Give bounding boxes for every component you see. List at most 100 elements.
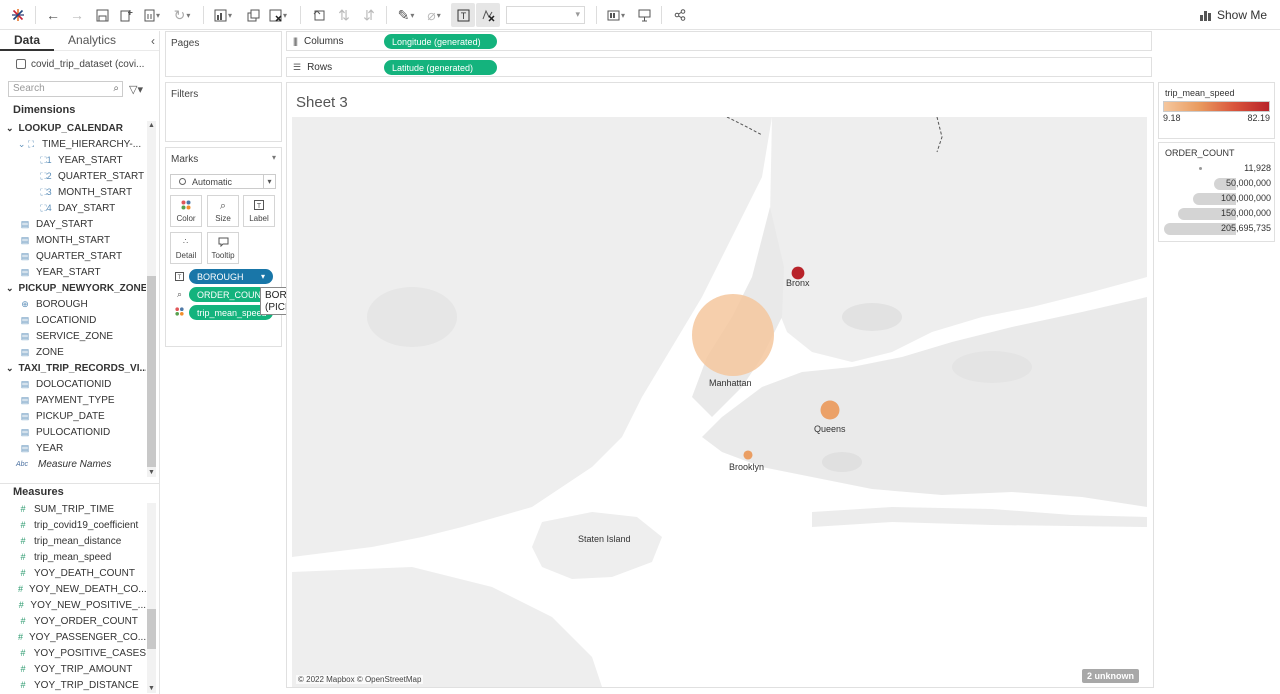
search-input[interactable]: Search ⌕ (8, 81, 123, 97)
borough-pill[interactable]: BOROUGH ▾ (189, 269, 273, 284)
sort-descending-icon[interactable]: ⇵ (357, 3, 381, 27)
color-legend[interactable]: trip_mean_speed 9.18 82.19 (1158, 82, 1275, 139)
dimension-field[interactable]: ▤ SERVICE_ZONE (0, 328, 146, 344)
map-canvas[interactable]: Bronx Manhattan Queens Brooklyn Staten I… (292, 117, 1147, 687)
scroll-up-icon[interactable]: ▲ (147, 121, 156, 130)
color-button[interactable]: Color (170, 195, 202, 227)
dimension-field[interactable]: ▤ ZONE (0, 344, 146, 360)
size-legend-item[interactable]: 205,695,735 (1159, 221, 1274, 236)
show-cards-icon[interactable] (604, 3, 628, 27)
dimension-field[interactable]: ⌄ ⛶ TIME_HIERARCHY-... (0, 136, 146, 152)
measure-field[interactable]: # trip_mean_distance (0, 533, 146, 549)
map-mark-manhattan[interactable] (692, 294, 774, 376)
pages-card[interactable]: Pages (165, 31, 282, 77)
duplicate-icon[interactable] (241, 3, 265, 27)
measure-field[interactable]: # YOY_NEW_DEATH_CO... (0, 581, 146, 597)
dimension-field[interactable]: ▤ LOCATIONID (0, 312, 146, 328)
calendar-icon: ▤ (20, 410, 30, 421)
presentation-icon[interactable] (632, 3, 656, 27)
measure-field[interactable]: # trip_covid19_coefficient (0, 517, 146, 533)
field-label: YOY_PASSENGER_CO... (29, 631, 146, 643)
measure-field[interactable]: # YOY_DEATH_COUNT (0, 565, 146, 581)
filter-fields-icon[interactable]: ▽▾ (129, 83, 143, 96)
dimension-field[interactable]: ⛶2 QUARTER_START (0, 168, 146, 184)
measure-field[interactable]: # YOY_NEW_POSITIVE_... (0, 597, 146, 613)
dimension-field[interactable]: ▤ PAYMENT_TYPE (0, 392, 146, 408)
show-labels-icon[interactable]: T (451, 3, 475, 27)
map-attribution[interactable]: © 2022 Mapbox © OpenStreetMap (296, 675, 424, 684)
dimension-field[interactable]: ⛶1 YEAR_START (0, 152, 146, 168)
scroll-down-icon[interactable]: ▼ (147, 468, 156, 477)
dimension-field[interactable]: ▤ PICKUP_DATE (0, 408, 146, 424)
label-button[interactable]: T Label (243, 195, 275, 227)
collapse-pane-icon[interactable]: ‹ (151, 34, 155, 48)
dimension-field[interactable]: ▤ MONTH_START (0, 232, 146, 248)
tab-analytics[interactable]: Analytics (54, 31, 130, 51)
highlight-icon[interactable]: ✎ (394, 3, 418, 27)
measure-field[interactable]: # YOY_TRIP_DISTANCE (0, 677, 146, 693)
dimension-field[interactable]: ▤ YEAR (0, 440, 146, 456)
dimension-field[interactable]: ⛶4 DAY_START (0, 200, 146, 216)
dimension-field[interactable]: ⛶3 MONTH_START (0, 184, 146, 200)
columns-shelf[interactable]: ||| Columns Longitude (generated) (286, 31, 1152, 51)
scroll-down-icon[interactable]: ▼ (147, 684, 156, 693)
size-legend-item[interactable]: 150,000,000 (1159, 206, 1274, 221)
clear-sheet-icon[interactable] (266, 3, 290, 27)
size-legend-item[interactable]: 11,928 (1159, 161, 1274, 176)
sheet-title[interactable]: Sheet 3 (296, 94, 348, 111)
datasource-item[interactable]: covid_trip_dataset (covi... (0, 51, 159, 73)
rows-shelf[interactable]: ☰ Rows Latitude (generated) (286, 57, 1152, 77)
measure-field[interactable]: # YOY_TRIP_AMOUNT (0, 661, 146, 677)
tableau-logo-icon[interactable] (6, 3, 30, 27)
show-me-button[interactable]: Show Me (1200, 8, 1267, 22)
map-mark-queens[interactable] (820, 400, 840, 420)
tab-data[interactable]: Data (0, 31, 55, 51)
size-button[interactable]: ⌕ Size (207, 195, 239, 227)
measure-field[interactable]: # YOY_PASSENGER_CO... (0, 629, 146, 645)
dimensions-scrollbar[interactable]: ▲ ▼ (147, 121, 156, 477)
refresh-icon[interactable]: ↻ (170, 3, 194, 27)
dimension-field[interactable]: ▤ QUARTER_START (0, 248, 146, 264)
measure-field[interactable]: # SUM_TRIP_TIME (0, 501, 146, 517)
swap-icon[interactable] (307, 3, 331, 27)
size-legend[interactable]: ORDER_COUNT 11,928 50,000,000 100,000,000 1… (1158, 142, 1275, 242)
fit-dropdown[interactable] (506, 6, 585, 24)
filters-card[interactable]: Filters (165, 82, 282, 142)
size-legend-item[interactable]: 100,000,000 (1159, 191, 1274, 206)
save-icon[interactable] (90, 3, 114, 27)
share-icon[interactable] (668, 3, 692, 27)
longitude-pill[interactable]: Longitude (generated) (384, 34, 497, 49)
detail-button[interactable]: ∴ Detail (170, 232, 202, 264)
fix-axes-icon[interactable] (476, 3, 500, 27)
latitude-pill[interactable]: Latitude (generated) (384, 60, 497, 75)
measures-scrollbar[interactable]: ▼ (147, 503, 156, 693)
dimension-field[interactable]: ▤ DAY_START (0, 216, 146, 232)
unknown-indicator[interactable]: 2 unknown (1082, 669, 1139, 683)
tooltip-button[interactable]: Tooltip (207, 232, 239, 264)
measure-field[interactable]: # YOY_ORDER_COUNT (0, 613, 146, 629)
redo-icon[interactable]: → (65, 3, 89, 27)
undo-icon[interactable]: ← (41, 3, 65, 27)
scroll-thumb[interactable] (147, 276, 156, 467)
dimension-field[interactable]: ▤ DOLOCATIONID (0, 376, 146, 392)
pause-updates-icon[interactable] (140, 3, 164, 27)
bar-chart-icon (1200, 9, 1212, 21)
map-mark-brooklyn[interactable] (743, 450, 753, 460)
marks-menu-icon[interactable]: ▾ (272, 153, 276, 162)
mark-type-dropdown[interactable]: Automatic ▾ (170, 174, 276, 189)
table-folder[interactable]: ⌄ TAXI_TRIP_RECORDS_VI... (0, 360, 146, 376)
dimension-field[interactable]: Abc Measure Names (0, 456, 146, 472)
scroll-thumb[interactable] (147, 609, 156, 649)
table-folder[interactable]: ⌄ PICKUP_NEWYORK_ZONE (0, 280, 146, 296)
new-datasource-icon[interactable] (114, 3, 138, 27)
dimension-field[interactable]: ⊕ BOROUGH (0, 296, 146, 312)
dimension-field[interactable]: ▤ PULOCATIONID (0, 424, 146, 440)
new-worksheet-icon[interactable] (211, 3, 235, 27)
dimension-field[interactable]: ▤ YEAR_START (0, 264, 146, 280)
sort-ascending-icon[interactable]: ⇅ (332, 3, 356, 27)
measure-field[interactable]: # trip_mean_speed (0, 549, 146, 565)
measure-field[interactable]: # YOY_POSITIVE_CASES (0, 645, 146, 661)
table-folder[interactable]: ⌄ LOOKUP_CALENDAR (0, 120, 146, 136)
size-legend-item[interactable]: 50,000,000 (1159, 176, 1274, 191)
group-icon[interactable]: ⌀ (422, 3, 446, 27)
